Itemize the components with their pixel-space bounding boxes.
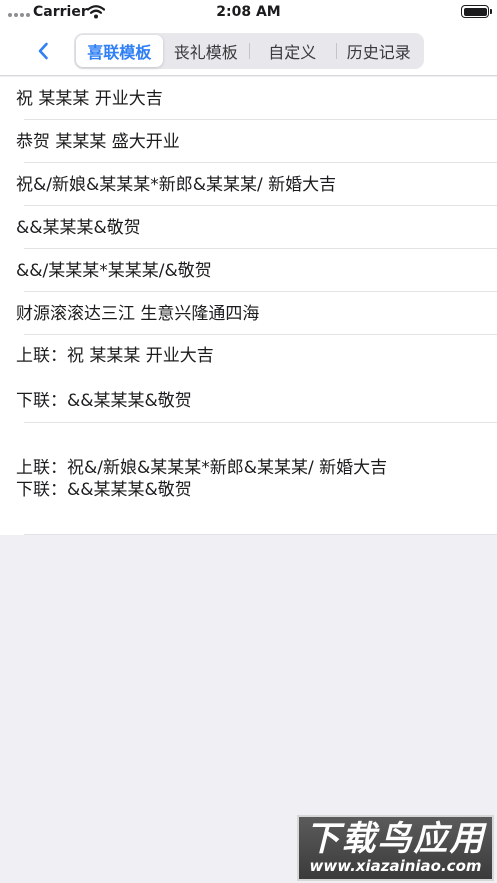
list-item-text: 财源滚滚达三江 生意兴隆通四海 — [16, 303, 260, 324]
navigation-bar: 喜联模板 丧礼模板 自定义 历史记录 — [0, 26, 497, 76]
screen: Carrier 2:08 AM 喜联模板 丧礼模板 自定义 历史记录 祝 某某某… — [0, 0, 497, 883]
template-list: 祝 某某某 开业大吉 恭贺 某某某 盛大开业 祝&/新娘&某某某*新郎&某某某/… — [0, 77, 497, 535]
tab-custom[interactable]: 自定义 — [249, 35, 336, 67]
tab-history[interactable]: 历史记录 — [335, 35, 423, 67]
list-item[interactable]: 财源滚滚达三江 生意兴隆通四海 — [0, 292, 497, 335]
list-item[interactable]: 上联：祝&/新娘&某某某*新郎&某某某/ 新婚大吉 下联：&&某某某&敬贺 — [0, 423, 497, 535]
list-item[interactable]: &&某某某&敬贺 — [0, 206, 497, 249]
template-tabs: 喜联模板 丧礼模板 自定义 历史记录 — [74, 33, 424, 69]
list-item[interactable]: 祝&/新娘&某某某*新郎&某某某/ 新婚大吉 — [0, 163, 497, 206]
chevron-left-icon — [38, 42, 48, 60]
list-item-text: 恭贺 某某某 盛大开业 — [16, 131, 180, 152]
status-bar: Carrier 2:08 AM — [0, 0, 497, 26]
list-item[interactable]: 祝 某某某 开业大吉 — [0, 77, 497, 120]
watermark-url: www.xiazainiao.com — [309, 857, 482, 875]
list-item-text: 祝&/新娘&某某某*新郎&某某某/ 新婚大吉 — [16, 174, 337, 195]
clock: 2:08 AM — [216, 4, 281, 20]
back-button[interactable] — [30, 38, 56, 64]
tab-wedding-templates[interactable]: 喜联模板 — [76, 35, 163, 67]
watermark-title: 下载鸟应用 — [305, 819, 486, 859]
battery-icon — [461, 5, 492, 18]
list-item-text: &&/某某某*某某某/&敬贺 — [16, 260, 212, 281]
list-item[interactable]: 恭贺 某某某 盛大开业 — [0, 120, 497, 163]
list-item-text: 祝 某某某 开业大吉 — [16, 88, 163, 109]
list-item-text: 上联：祝 某某某 开业大吉 下联：&&某某某&敬贺 — [16, 346, 214, 411]
watermark-logo: 下载鸟应用 www.xiazainiao.com — [297, 815, 494, 881]
list-item[interactable]: 上联：祝 某某某 开业大吉 下联：&&某某某&敬贺 — [0, 335, 497, 423]
list-item-text: 上联：祝&/新娘&某某某*新郎&某某某/ 新婚大吉 下联：&&某某某&敬贺 — [16, 458, 388, 500]
list-item-text: &&某某某&敬贺 — [16, 217, 141, 238]
list-item[interactable]: &&/某某某*某某某/&敬贺 — [0, 249, 497, 292]
tab-funeral-templates[interactable]: 丧礼模板 — [163, 35, 250, 67]
